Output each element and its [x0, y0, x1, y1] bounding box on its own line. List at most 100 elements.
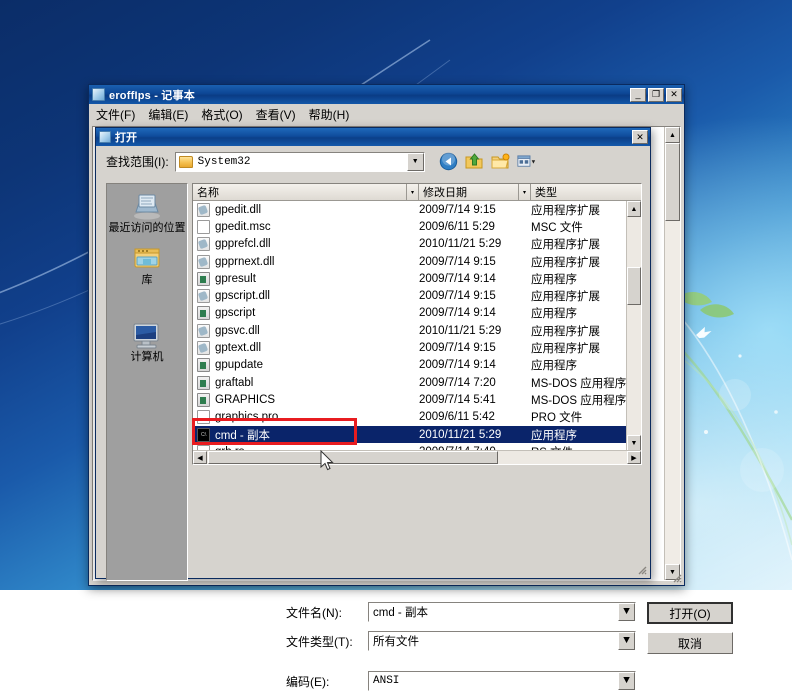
- filetype-row: 文件类型(T): 所有文件 ▼: [286, 631, 636, 651]
- notepad-vertical-scrollbar[interactable]: ▲ ▼: [664, 127, 680, 580]
- cmd-file-icon: C:\: [197, 427, 210, 442]
- column-header-date[interactable]: 修改日期 ▾: [419, 184, 531, 200]
- file-date-cell: 2009/7/14 9:15: [419, 342, 496, 355]
- filename-input[interactable]: cmd - 副本 ▼: [368, 602, 636, 622]
- file-row[interactable]: gpprefcl.dll 2010/11/21 5:29 应用程序扩展: [193, 236, 641, 253]
- file-name-cell: gpresult: [193, 271, 419, 286]
- file-row[interactable]: gpscript 2009/7/14 9:14 应用程序: [193, 305, 641, 322]
- look-in-combobox[interactable]: System32 ▼: [174, 151, 425, 172]
- list-horizontal-scrollbar[interactable]: ◀ ▶: [193, 450, 641, 464]
- encoding-select[interactable]: ANSI ▼: [368, 671, 636, 691]
- chevron-down-icon[interactable]: ▼: [618, 632, 635, 650]
- dialog-icon: [99, 131, 111, 143]
- list-scroll-down-icon[interactable]: ▼: [627, 435, 641, 451]
- file-type-cell: 应用程序扩展: [531, 204, 600, 217]
- notepad-app-icon: [92, 88, 105, 101]
- open-button[interactable]: 打开(O): [647, 602, 733, 624]
- column-filter-icon[interactable]: ▾: [406, 184, 418, 200]
- up-folder-icon[interactable]: [465, 152, 484, 171]
- resize-grip-icon[interactable]: [670, 571, 682, 583]
- open-file-dialog[interactable]: 打开 ✕ 查找范围(I): System32 ▼ 最近访问的位置 库 计算机 名…: [95, 127, 733, 691]
- file-row[interactable]: gpscript.dll 2009/7/14 9:15 应用程序扩展: [193, 287, 641, 304]
- column-headers: 名称 ▾ 修改日期 ▾ 类型: [193, 184, 641, 201]
- column-header-name[interactable]: 名称 ▾: [193, 184, 419, 200]
- scroll-up-arrow-icon[interactable]: ▲: [665, 127, 680, 143]
- scrollbar-thumb[interactable]: [665, 143, 680, 221]
- file-type-cell: 应用程序: [531, 429, 577, 442]
- file-name-cell: graphics.pro: [193, 410, 419, 425]
- file-name-text: gpscript.dll: [215, 290, 270, 303]
- file-date-cell: 2009/6/11 5:42: [419, 411, 495, 424]
- filetype-select[interactable]: 所有文件 ▼: [368, 631, 636, 651]
- hscrollbar-track[interactable]: [498, 451, 627, 464]
- file-list-view[interactable]: 名称 ▾ 修改日期 ▾ 类型 gpedit.dll 2009/7/14 9:15 应…: [192, 183, 642, 465]
- dialog-titlebar[interactable]: 打开 ✕: [96, 128, 650, 146]
- file-row[interactable]: GRAPHICS 2009/7/14 5:41 MS-DOS 应用程序: [193, 391, 641, 408]
- menu-file[interactable]: 文件(F): [96, 106, 135, 123]
- column-header-type[interactable]: 类型: [531, 184, 641, 200]
- file-row[interactable]: gpresult 2009/7/14 9:14 应用程序: [193, 270, 641, 287]
- file-type-cell: 应用程序: [531, 308, 577, 321]
- place-recent-places[interactable]: 最近访问的位置: [108, 190, 186, 237]
- file-row[interactable]: C:\ cmd - 副本 2010/11/21 5:29 应用程序: [193, 425, 641, 444]
- file-name-text: gpupdate: [215, 359, 263, 372]
- exe-file-icon: [197, 358, 210, 373]
- minimize-button[interactable]: _: [630, 87, 646, 102]
- place-computer[interactable]: 计算机: [108, 319, 186, 366]
- list-scroll-up-icon[interactable]: ▲: [627, 201, 641, 217]
- file-row[interactable]: graphics.pro 2009/6/11 5:42 PRO 文件: [193, 409, 641, 426]
- chevron-down-icon[interactable]: ▼: [618, 672, 635, 690]
- chevron-down-icon[interactable]: ▼: [406, 152, 424, 171]
- file-date-cell: 2010/11/21 5:29: [419, 238, 502, 251]
- menu-view[interactable]: 查看(V): [256, 106, 296, 123]
- file-date-cell: 2009/7/14 9:15: [419, 255, 496, 268]
- file-type-cell: MS-DOS 应用程序: [531, 394, 627, 407]
- file-row[interactable]: graftabl 2009/7/14 7:20 MS-DOS 应用程序: [193, 374, 641, 391]
- file-rows-container[interactable]: gpedit.dll 2009/7/14 9:15 应用程序扩展 gpedit.msc…: [193, 201, 641, 464]
- column-filter-icon[interactable]: ▾: [518, 184, 530, 200]
- dialog-close-button[interactable]: ✕: [632, 130, 648, 144]
- mouse-cursor: [320, 450, 334, 471]
- file-type-cell: 应用程序扩展: [531, 325, 600, 338]
- hscroll-right-icon[interactable]: ▶: [627, 451, 641, 464]
- dialog-main-area: 最近访问的位置 库 计算机 名称 ▾ 修改日期 ▾ 类型 gpedit.dll …: [106, 183, 642, 581]
- dll-file-icon: [197, 202, 210, 217]
- list-vertical-scrollbar[interactable]: ▲ ▼: [626, 201, 641, 451]
- views-icon[interactable]: [517, 152, 536, 171]
- menu-edit[interactable]: 编辑(E): [148, 106, 188, 123]
- maximize-button[interactable]: ❐: [648, 87, 664, 102]
- back-icon[interactable]: [439, 152, 458, 171]
- hscroll-left-icon[interactable]: ◀: [193, 451, 207, 464]
- file-name-text: gpsvc.dll: [215, 324, 260, 337]
- scrollbar-track[interactable]: [665, 221, 680, 564]
- close-button[interactable]: ✕: [666, 87, 682, 102]
- file-type-cell: 应用程序扩展: [531, 256, 600, 269]
- list-scrollbar-thumb[interactable]: [627, 267, 641, 305]
- hscrollbar-thumb[interactable]: [208, 451, 498, 464]
- file-name-cell: graftabl: [193, 375, 419, 390]
- file-name-text: graphics.pro: [215, 411, 279, 424]
- list-scrollbar-track[interactable]: [627, 305, 641, 435]
- file-row[interactable]: gptext.dll 2009/7/14 9:15 应用程序扩展: [193, 339, 641, 356]
- filetype-label: 文件类型(T):: [286, 634, 353, 649]
- file-row[interactable]: gpedit.dll 2009/7/14 9:15 应用程序扩展: [193, 201, 641, 218]
- file-name-cell: gpprefcl.dll: [193, 237, 419, 252]
- place-libraries[interactable]: 库: [108, 242, 186, 289]
- place-label: 库: [141, 273, 153, 286]
- file-row[interactable]: gpedit.msc 2009/6/11 5:29 MSC 文件: [193, 218, 641, 235]
- chevron-down-icon[interactable]: ▼: [618, 603, 635, 621]
- menu-format[interactable]: 格式(O): [201, 106, 242, 123]
- file-row[interactable]: gpprnext.dll 2009/7/14 9:15 应用程序扩展: [193, 253, 641, 270]
- new-folder-icon[interactable]: [491, 152, 510, 171]
- dialog-resize-grip-icon[interactable]: [635, 563, 647, 575]
- dll-file-icon: [197, 237, 210, 252]
- notepad-titlebar[interactable]: eroffIps - 记事本 _ ❐ ✕: [89, 85, 684, 104]
- file-row[interactable]: gpsvc.dll 2010/11/21 5:29 应用程序扩展: [193, 322, 641, 339]
- file-name-text: gptext.dll: [215, 342, 262, 355]
- cancel-button[interactable]: 取消: [647, 632, 733, 654]
- dialog-buttons: 打开(O) 取消: [647, 602, 733, 662]
- file-row[interactable]: gpupdate 2009/7/14 9:14 应用程序: [193, 357, 641, 374]
- file-name-text: gpprefcl.dll: [215, 238, 271, 251]
- dll-file-icon: [197, 289, 210, 304]
- menu-help[interactable]: 帮助(H): [309, 106, 350, 123]
